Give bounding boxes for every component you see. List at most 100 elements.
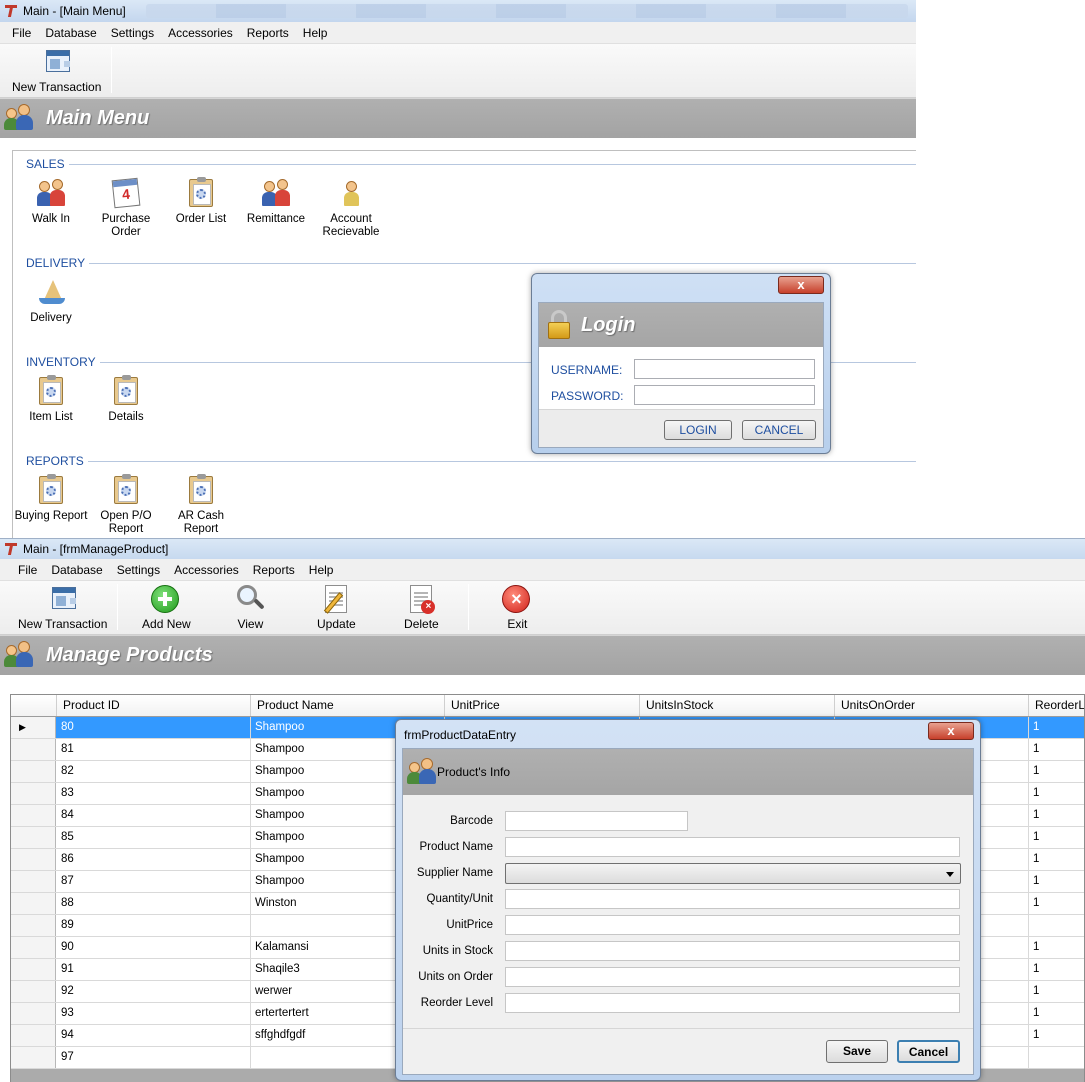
row-header[interactable] — [11, 827, 56, 848]
units-on-order-input[interactable] — [505, 967, 960, 987]
row-header[interactable] — [11, 1047, 56, 1068]
column-header-product-id[interactable]: Product ID — [57, 695, 251, 716]
menu-database[interactable]: Database — [45, 26, 96, 40]
cell-reorder-level[interactable]: 1 — [1029, 827, 1084, 848]
menu-settings[interactable]: Settings — [111, 26, 154, 40]
menu-file[interactable]: File — [12, 26, 31, 40]
cell-reorder-level[interactable]: 1 — [1029, 981, 1084, 1002]
details-item[interactable]: Details — [88, 375, 164, 424]
row-header[interactable] — [11, 915, 56, 936]
row-header[interactable] — [11, 1025, 56, 1046]
new-transaction-button[interactable]: New Transaction — [6, 45, 107, 97]
cell-product-id[interactable]: 90 — [57, 937, 251, 958]
unit-price-input[interactable] — [505, 915, 960, 935]
username-input[interactable] — [634, 359, 815, 379]
cell-reorder-level[interactable]: 1 — [1029, 805, 1084, 826]
login-close-button[interactable]: x — [778, 276, 824, 294]
menu-reports[interactable]: Reports — [253, 563, 295, 577]
delivery-item[interactable]: Delivery — [13, 276, 89, 325]
row-header[interactable]: ▶ — [11, 717, 56, 738]
cell-reorder-level[interactable]: 1 — [1029, 871, 1084, 892]
cell-reorder-level[interactable]: 1 — [1029, 849, 1084, 870]
cell-product-id[interactable]: 91 — [57, 959, 251, 980]
menu-settings[interactable]: Settings — [117, 563, 160, 577]
update-button[interactable]: Update — [294, 582, 378, 634]
cell-reorder-level[interactable]: 1 — [1029, 1003, 1084, 1024]
login-cancel-button[interactable]: CANCEL — [742, 420, 816, 440]
menu-help[interactable]: Help — [303, 26, 328, 40]
cell-reorder-level[interactable]: 1 — [1029, 937, 1084, 958]
cell-reorder-level[interactable] — [1029, 1047, 1084, 1068]
menu-help[interactable]: Help — [309, 563, 334, 577]
cell-product-id[interactable]: 85 — [57, 827, 251, 848]
menu-database[interactable]: Database — [51, 563, 102, 577]
menu-file[interactable]: File — [18, 563, 37, 577]
cell-product-id[interactable]: 94 — [57, 1025, 251, 1046]
account-recievable-item[interactable]: Account Recievable — [313, 177, 389, 239]
purchase-order-item[interactable]: 4 Purchase Order — [88, 177, 164, 239]
exit-button[interactable]: × Exit — [477, 582, 557, 634]
menu-reports[interactable]: Reports — [247, 26, 289, 40]
cell-product-id[interactable]: 81 — [57, 739, 251, 760]
column-header-units-in-stock[interactable]: UnitsInStock — [640, 695, 835, 716]
row-header[interactable] — [11, 783, 56, 804]
cell-product-id[interactable]: 82 — [57, 761, 251, 782]
row-header[interactable] — [11, 849, 56, 870]
buying-report-item[interactable]: Buying Report — [13, 474, 89, 523]
item-list-item[interactable]: Item List — [13, 375, 89, 424]
reorder-level-input[interactable] — [505, 993, 960, 1013]
cell-product-id[interactable]: 97 — [57, 1047, 251, 1068]
cell-product-id[interactable]: 84 — [57, 805, 251, 826]
open-po-report-item[interactable]: Open P/O Report — [88, 474, 164, 536]
row-header[interactable] — [11, 959, 56, 980]
row-header[interactable] — [11, 761, 56, 782]
product-close-button[interactable]: x — [928, 722, 974, 740]
cell-product-id[interactable]: 86 — [57, 849, 251, 870]
row-header[interactable] — [11, 805, 56, 826]
remittance-item[interactable]: Remittance — [238, 177, 314, 226]
cell-reorder-level[interactable]: 1 — [1029, 761, 1084, 782]
cell-reorder-level[interactable]: 1 — [1029, 739, 1084, 760]
product-cancel-button[interactable]: Cancel — [897, 1040, 960, 1063]
cell-reorder-level[interactable]: 1 — [1029, 717, 1084, 738]
cell-reorder-level[interactable] — [1029, 915, 1084, 936]
view-button[interactable]: View — [206, 582, 294, 634]
cell-reorder-level[interactable]: 1 — [1029, 1025, 1084, 1046]
row-header[interactable] — [11, 1003, 56, 1024]
row-header[interactable] — [11, 893, 56, 914]
password-input[interactable] — [634, 385, 815, 405]
cell-reorder-level[interactable]: 1 — [1029, 959, 1084, 980]
cell-product-id[interactable]: 83 — [57, 783, 251, 804]
barcode-input[interactable] — [505, 811, 688, 831]
cell-product-id[interactable]: 80 — [57, 717, 251, 738]
ar-cash-report-item[interactable]: AR Cash Report — [163, 474, 239, 536]
quantity-unit-input[interactable] — [505, 889, 960, 909]
new-transaction-button[interactable]: New Transaction — [12, 582, 113, 634]
column-header-units-on-order[interactable]: UnitsOnOrder — [835, 695, 1029, 716]
cell-product-id[interactable]: 87 — [57, 871, 251, 892]
units-in-stock-input[interactable] — [505, 941, 960, 961]
save-button[interactable]: Save — [826, 1040, 888, 1063]
column-header-unit-price[interactable]: UnitPrice — [445, 695, 640, 716]
row-header[interactable] — [11, 871, 56, 892]
product-name-input[interactable] — [505, 837, 960, 857]
column-header-reorder-level[interactable]: ReorderLe — [1029, 695, 1084, 716]
cell-product-id[interactable]: 93 — [57, 1003, 251, 1024]
menu-accessories[interactable]: Accessories — [174, 563, 239, 577]
supplier-name-select[interactable] — [505, 863, 961, 884]
cell-product-id[interactable]: 92 — [57, 981, 251, 1002]
cell-reorder-level[interactable]: 1 — [1029, 893, 1084, 914]
row-header[interactable] — [11, 981, 56, 1002]
order-list-item[interactable]: Order List — [163, 177, 239, 226]
row-header[interactable] — [11, 937, 56, 958]
row-header[interactable] — [11, 739, 56, 760]
walk-in-item[interactable]: Walk In — [13, 177, 89, 226]
add-new-button[interactable]: Add New — [126, 582, 206, 634]
delete-button[interactable]: × Delete — [378, 582, 464, 634]
column-header-product-name[interactable]: Product Name — [251, 695, 445, 716]
login-button[interactable]: LOGIN — [664, 420, 732, 440]
cell-reorder-level[interactable]: 1 — [1029, 783, 1084, 804]
menu-accessories[interactable]: Accessories — [168, 26, 233, 40]
cell-product-id[interactable]: 88 — [57, 893, 251, 914]
cell-product-id[interactable]: 89 — [57, 915, 251, 936]
